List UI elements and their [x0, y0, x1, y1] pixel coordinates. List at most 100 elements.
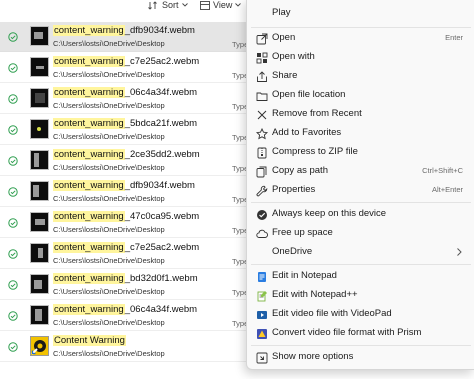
menu-item-compress-zip[interactable]: Compress to ZIP file: [247, 143, 474, 162]
menu-separator: [251, 27, 471, 28]
menu-item-open-with[interactable]: Open with: [247, 48, 474, 67]
file-name: content_warning_06c4a34f.webm: [53, 87, 198, 98]
menu-item-add-to-favorites[interactable]: Add to Favorites: [247, 124, 474, 143]
synced-status-icon: [8, 218, 18, 228]
synced-status-icon: [8, 32, 18, 42]
synced-status-icon: [8, 125, 18, 135]
file-path: C:\Users\lostsi\OneDrive\Desktop: [53, 256, 165, 265]
file-name: content_warning_5bdca21f.webm: [53, 118, 198, 129]
videopad-icon: [255, 308, 268, 321]
open-with-icon: [255, 51, 268, 64]
chevron-down-icon: [181, 3, 188, 7]
context-menu: Play Open Enter Open with Share Open fil…: [246, 0, 474, 370]
video-thumbnail: [30, 181, 49, 201]
notepadpp-icon: [255, 289, 268, 302]
file-row[interactable]: content_warning_06c4a34f.webm C:\Users\l…: [0, 301, 250, 331]
video-thumbnail: [30, 119, 49, 139]
file-name: content_warning_bd32d0f1.webm: [53, 273, 198, 284]
file-path: C:\Users\lostsi\OneDrive\Desktop: [53, 39, 165, 48]
synced-status-icon: [8, 63, 18, 73]
star-icon: [255, 127, 268, 140]
file-name: content_warning_c7e25ac2.webm: [53, 56, 200, 67]
file-name: content_warning_47c0ca95.webm: [53, 211, 200, 222]
file-name: content_warning_dfb9034f.webm: [53, 180, 195, 191]
menu-item-onedrive[interactable]: OneDrive: [247, 243, 474, 262]
menu-item-always-keep[interactable]: Always keep on this device: [247, 205, 474, 224]
view-icon: [200, 0, 210, 10]
menu-separator: [251, 345, 471, 346]
sort-icon: [148, 0, 157, 10]
menu-item-edit-notepadpp[interactable]: Edit with Notepad++: [247, 286, 474, 305]
open-icon: [255, 32, 268, 45]
synced-status-icon: [8, 280, 18, 290]
video-thumbnail: [30, 212, 49, 232]
menu-separator: [251, 264, 471, 265]
menu-item-share[interactable]: Share: [247, 67, 474, 86]
menu-separator: [251, 202, 471, 203]
chevron-right-icon: [457, 248, 462, 256]
zip-icon: [255, 146, 268, 159]
sort-button[interactable]: Sort: [148, 0, 188, 12]
menu-item-open-file-location[interactable]: Open file location: [247, 86, 474, 105]
menu-item-open[interactable]: Open Enter: [247, 29, 474, 48]
file-row[interactable]: content_warning_dfb9034f.webm C:\Users\l…: [0, 177, 250, 207]
synced-status-icon: [8, 249, 18, 259]
file-path: C:\Users\lostsi\OneDrive\Desktop: [53, 101, 165, 110]
show-more-icon: [255, 351, 268, 364]
file-name: content_warning_2ce35dd2.webm: [53, 149, 200, 160]
cloud-icon: [255, 227, 268, 240]
file-path: C:\Users\lostsi\OneDrive\Desktop: [53, 225, 165, 234]
file-row[interactable]: content_warning_c7e25ac2.webm C:\Users\l…: [0, 239, 250, 269]
menu-item-edit-videopad[interactable]: Edit video file with VideoPad: [247, 305, 474, 324]
file-path: C:\Users\lostsi\OneDrive\Desktop: [53, 70, 165, 79]
video-thumbnail: [30, 305, 49, 325]
cloud-check-icon: [255, 208, 268, 221]
synced-status-icon: [8, 311, 18, 321]
video-thumbnail: [30, 243, 49, 263]
file-row[interactable]: content_warning_dfb9034f.webm C:\Users\l…: [0, 22, 250, 52]
notepad-icon: [255, 270, 268, 283]
file-path: C:\Users\lostsi\OneDrive\Desktop: [53, 287, 165, 296]
file-row[interactable]: content_warning_bd32d0f1.webm C:\Users\l…: [0, 270, 250, 300]
share-icon: [255, 70, 268, 83]
file-path: C:\Users\lostsi\OneDrive\Desktop: [53, 318, 165, 327]
file-name: content_warning_c7e25ac2.webm: [53, 242, 200, 253]
file-row[interactable]: content_warning_06c4a34f.webm C:\Users\l…: [0, 84, 250, 114]
file-path: C:\Users\lostsi\OneDrive\Desktop: [53, 194, 165, 203]
video-thumbnail: [30, 57, 49, 77]
menu-item-remove-from-recent[interactable]: Remove from Recent: [247, 105, 474, 124]
synced-status-icon: [8, 94, 18, 104]
menu-item-convert-prism[interactable]: Convert video file format with Prism: [247, 324, 474, 343]
menu-item-free-up-space[interactable]: Free up space: [247, 224, 474, 243]
file-row[interactable]: Content Warning C:\Users\lostsi\OneDrive…: [0, 332, 250, 362]
menu-item-play[interactable]: Play: [247, 4, 474, 23]
file-row[interactable]: content_warning_2ce35dd2.webm C:\Users\l…: [0, 146, 250, 176]
video-thumbnail: [30, 26, 49, 46]
view-label: View: [213, 0, 233, 10]
file-name: Content Warning: [53, 335, 126, 346]
video-thumbnail: [30, 150, 49, 170]
copy-path-icon: [255, 165, 268, 178]
prism-icon: [255, 327, 268, 340]
chevron-down-icon: [235, 3, 242, 7]
synced-status-icon: [8, 342, 18, 352]
menu-item-edit-notepad[interactable]: Edit in Notepad: [247, 267, 474, 286]
menu-item-properties[interactable]: Properties Alt+Enter: [247, 181, 474, 200]
synced-status-icon: [8, 156, 18, 166]
view-button[interactable]: View: [200, 0, 242, 12]
file-row[interactable]: content_warning_c7e25ac2.webm C:\Users\l…: [0, 53, 250, 83]
file-name: content_warning_dfb9034f.webm: [53, 25, 195, 36]
file-row[interactable]: content_warning_47c0ca95.webm C:\Users\l…: [0, 208, 250, 238]
video-thumbnail: [30, 88, 49, 108]
wrench-icon: [255, 184, 268, 197]
file-path: C:\Users\lostsi\OneDrive\Desktop: [53, 132, 165, 141]
file-path: C:\Users\lostsi\OneDrive\Desktop: [53, 163, 165, 172]
app-shortcut-icon: [30, 336, 49, 356]
menu-item-show-more-options[interactable]: Show more options: [247, 348, 474, 367]
video-thumbnail: [30, 274, 49, 294]
synced-status-icon: [8, 187, 18, 197]
file-name: content_warning_06c4a34f.webm: [53, 304, 198, 315]
file-row[interactable]: content_warning_5bdca21f.webm C:\Users\l…: [0, 115, 250, 145]
menu-item-copy-as-path[interactable]: Copy as path Ctrl+Shift+C: [247, 162, 474, 181]
file-path: C:\Users\lostsi\OneDrive\Desktop: [53, 349, 165, 358]
